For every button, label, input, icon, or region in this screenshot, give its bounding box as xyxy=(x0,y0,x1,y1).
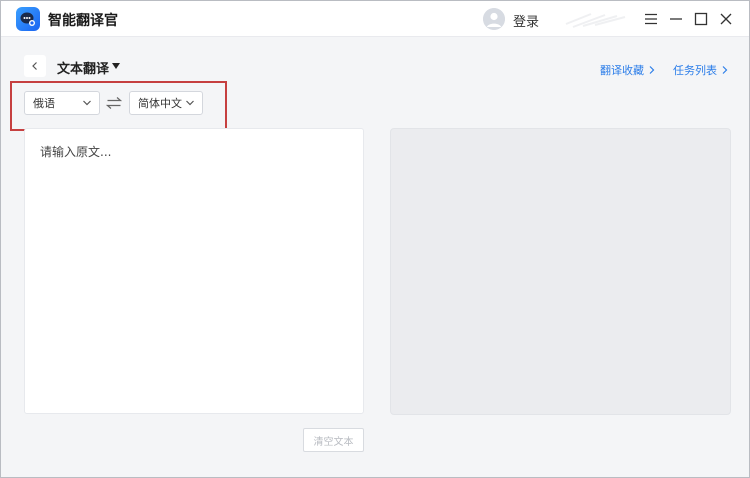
chevron-right-icon xyxy=(722,66,728,74)
close-icon[interactable] xyxy=(716,9,736,29)
mode-title[interactable]: 文本翻译 xyxy=(57,58,109,77)
chevron-right-icon xyxy=(649,66,655,74)
minimize-icon[interactable] xyxy=(666,9,686,29)
source-text-input[interactable] xyxy=(25,129,363,413)
task-list-link[interactable]: 任务列表 xyxy=(673,62,729,78)
back-button[interactable] xyxy=(24,55,46,77)
title-bar: 智能翻译官 登录 xyxy=(1,1,749,37)
maximize-icon[interactable] xyxy=(691,9,711,29)
user-avatar-icon[interactable] xyxy=(483,8,505,30)
favorites-link[interactable]: 翻译收藏 xyxy=(600,62,656,78)
chat-bubble-logo-icon xyxy=(16,7,40,31)
hamburger-menu-icon[interactable] xyxy=(641,9,661,29)
favorites-link-label: 翻译收藏 xyxy=(600,64,644,77)
source-text-panel xyxy=(24,128,364,414)
language-selector-highlight xyxy=(10,81,227,131)
task-list-link-label: 任务列表 xyxy=(673,64,717,77)
login-link[interactable]: 登录 xyxy=(513,11,539,30)
title-bar-decoration xyxy=(565,13,626,28)
app-title: 智能翻译官 xyxy=(48,13,118,29)
clear-text-button[interactable]: 清空文本 xyxy=(303,428,364,452)
chevron-left-icon xyxy=(32,62,37,70)
app-window: 智能翻译官 登录 文本翻译 翻译收藏 任务列表 俄语 简体中文 请输入原文...… xyxy=(0,0,750,478)
translation-output-panel xyxy=(390,128,731,415)
caret-down-icon[interactable] xyxy=(112,63,120,69)
